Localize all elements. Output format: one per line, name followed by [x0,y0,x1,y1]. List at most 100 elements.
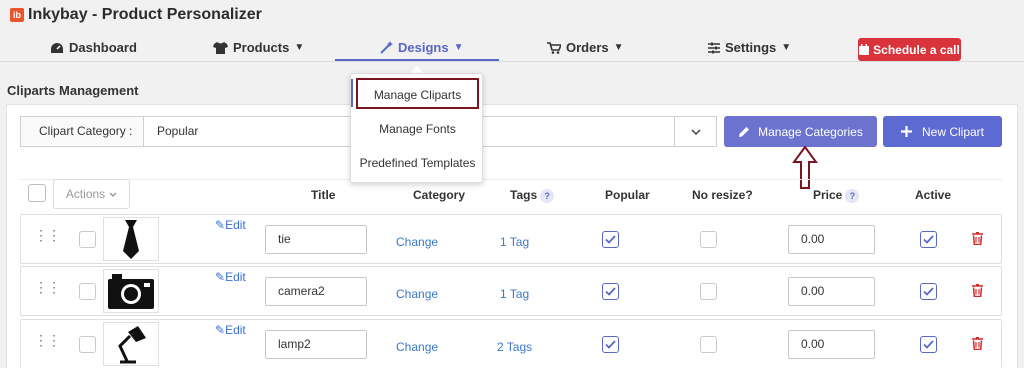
pencil-icon: ✎ [215,218,226,232]
schedule-call-button[interactable]: Schedule a call [858,38,961,61]
plus-icon [900,126,912,137]
table-header-divider [20,179,1002,180]
menu-item-predefined-templates[interactable]: Predefined Templates [351,156,484,170]
table-row: ⋮⋮ ✎Edit lamp2 Change 2 Tags 0.00 [20,319,1002,368]
clipart-category-label: Clipart Category : [21,117,144,146]
camera-icon [108,274,154,309]
edit-label: Edit [225,323,246,337]
nav-orders[interactable]: Orders ▼ [547,40,624,55]
nav-orders-label: Orders [566,40,609,55]
tags-link[interactable]: 2 Tags [497,340,532,354]
edit-link[interactable]: ✎Edit [215,323,246,337]
chevron-down-icon: ▼ [781,42,792,53]
column-popular: Popular [605,188,650,202]
tie-icon [123,220,139,259]
row-select-checkbox[interactable] [79,336,96,353]
dropdown-pointer [410,66,424,73]
nav-designs-label: Designs [398,40,449,55]
price-input[interactable]: 0.00 [788,225,875,254]
chevron-down-icon[interactable] [674,117,716,146]
title-input[interactable]: tie [265,225,367,254]
title-input[interactable]: camera2 [265,277,367,306]
no-resize-checkbox[interactable] [700,231,717,248]
lamp-icon [118,326,146,364]
check-icon [923,287,934,296]
manage-categories-label: Manage Categories [758,124,863,139]
change-category-link[interactable]: Change [396,235,438,249]
manage-categories-button[interactable]: Manage Categories [724,116,877,147]
drag-handle-icon[interactable]: ⋮⋮ [34,333,61,347]
column-title: Title [311,188,336,202]
dashboard-icon [51,42,63,53]
help-icon[interactable]: ? [540,188,555,203]
change-category-link[interactable]: Change [396,340,438,354]
change-category-link[interactable]: Change [396,287,438,301]
inkybay-logo-icon: ib [10,8,24,22]
nav-settings-label: Settings [725,40,777,55]
menu-active-indicator [351,79,353,107]
no-resize-checkbox[interactable] [700,283,717,300]
popular-checkbox[interactable] [602,336,619,353]
bulk-actions-dropdown[interactable]: Actions [53,179,130,209]
clipart-thumbnail [103,322,159,366]
edit-label: Edit [225,218,246,232]
nav-dashboard-label: Dashboard [69,40,137,55]
nav-products-label: Products [233,40,290,55]
column-price-label: Price [813,188,843,202]
bulk-actions-label: Actions [65,187,106,201]
column-active: Active [915,188,952,202]
pencil-icon [739,126,750,137]
price-input[interactable]: 0.00 [788,277,875,306]
popular-checkbox[interactable] [602,231,619,248]
title-input[interactable]: lamp2 [265,330,367,359]
drag-handle-icon[interactable]: ⋮⋮ [34,228,61,242]
row-select-checkbox[interactable] [79,231,96,248]
tags-link[interactable]: 1 Tag [500,287,529,301]
column-tags: Tags? [510,188,555,203]
check-icon [923,340,934,349]
nav-products[interactable]: Products ▼ [213,40,304,55]
check-icon [605,235,616,244]
price-input[interactable]: 0.00 [788,330,875,359]
select-all-checkbox[interactable] [28,184,46,202]
nav-settings[interactable]: Settings ▼ [708,40,791,55]
menu-item-manage-fonts[interactable]: Manage Fonts [351,122,484,136]
table-row: ⋮⋮ ✎Edit tie Change 1 Tag 0.00 [20,214,1002,264]
row-select-checkbox[interactable] [79,283,96,300]
popular-checkbox[interactable] [602,283,619,300]
trash-icon[interactable] [972,231,983,248]
clipart-thumbnail [103,269,159,313]
trash-icon[interactable] [972,336,983,353]
chevron-down-icon: ▼ [613,42,624,53]
column-no-resize: No resize? [692,188,753,202]
edit-link[interactable]: ✎Edit [215,218,246,232]
new-clipart-button[interactable]: New Clipart [883,116,1002,147]
trash-icon[interactable] [972,283,983,300]
app-title-text: Inkybay - Product Personalizer [28,6,262,23]
active-checkbox[interactable] [920,283,937,300]
table-row: ⋮⋮ ✎Edit camera2 Change 1 Tag 0.00 [20,266,1002,316]
nav-active-underline [335,59,499,61]
app-title: ib Inkybay - Product Personalizer [10,6,262,24]
active-checkbox[interactable] [920,336,937,353]
page-title: Cliparts Management [7,83,139,98]
tags-link[interactable]: 1 Tag [500,235,529,249]
no-resize-checkbox[interactable] [700,336,717,353]
check-icon [923,235,934,244]
help-icon[interactable]: ? [845,188,860,203]
cart-icon [547,41,561,54]
check-icon [605,340,616,349]
column-category: Category [413,188,466,202]
edit-label: Edit [225,270,246,284]
column-tags-label: Tags [510,188,538,202]
edit-link[interactable]: ✎Edit [215,270,246,284]
pencil-icon: ✎ [215,270,226,284]
drag-handle-icon[interactable]: ⋮⋮ [34,280,61,294]
nav-designs[interactable]: Designs ▼ [380,40,463,55]
magic-wand-icon [380,41,393,54]
chevron-down-icon [109,192,117,197]
annotation-arrow-icon [792,146,818,189]
active-checkbox[interactable] [920,231,937,248]
chevron-down-icon: ▼ [294,42,305,53]
nav-dashboard[interactable]: Dashboard [50,40,137,55]
